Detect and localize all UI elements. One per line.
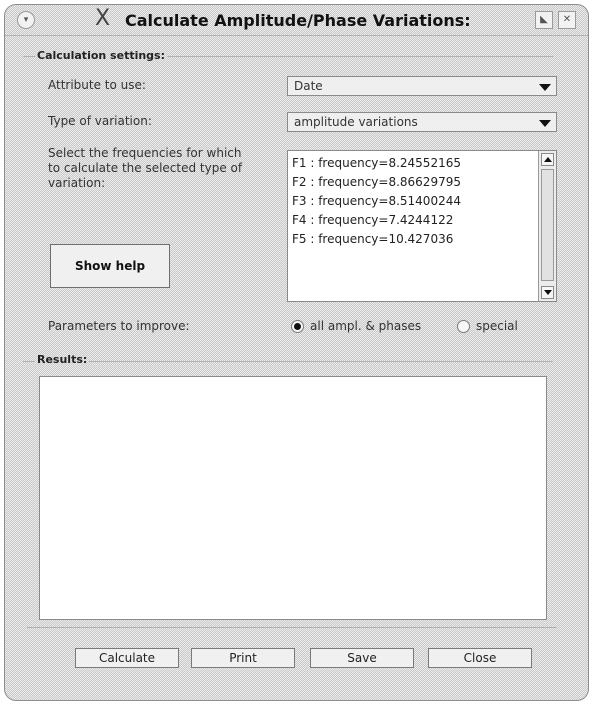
list-item[interactable]: F1 : frequency=8.24552165	[292, 156, 461, 170]
save-button[interactable]: Save	[310, 648, 414, 668]
close-icon[interactable]: ✕	[558, 11, 576, 29]
dialog-window: ▾ X Calculate Amplitude/Phase Variations…	[4, 4, 589, 701]
freq-label-line: to calculate the selected type of	[48, 161, 243, 175]
results-group-border	[23, 361, 553, 362]
list-item[interactable]: F3 : frequency=8.51400244	[292, 194, 461, 208]
params-label: Parameters to improve:	[48, 319, 190, 333]
close-button[interactable]: Close	[428, 648, 532, 668]
minimize-icon[interactable]: ◣	[535, 11, 553, 29]
chevron-down-icon	[539, 84, 551, 91]
settings-group-title: Calculation settings:	[35, 49, 168, 62]
divider	[27, 627, 557, 628]
variation-label: Type of variation:	[48, 114, 152, 128]
calculate-button[interactable]: Calculate	[75, 648, 179, 668]
radio-special[interactable]	[457, 320, 470, 333]
variation-select[interactable]: amplitude variations	[287, 112, 557, 132]
radio-all-ampl-phases-label[interactable]: all ampl. & phases	[310, 319, 421, 333]
freq-label-line: Select the frequencies for which	[48, 146, 242, 160]
radio-special-label[interactable]: special	[476, 319, 518, 333]
chevron-down-icon	[539, 120, 551, 127]
print-button[interactable]: Print	[191, 648, 295, 668]
show-help-button[interactable]: Show help	[50, 244, 170, 288]
chevron-down-icon[interactable]: ▾	[17, 11, 35, 29]
attribute-label: Attribute to use:	[48, 78, 146, 92]
x-logo-icon: X	[95, 6, 111, 31]
attribute-select[interactable]: Date	[287, 76, 557, 96]
window-title: Calculate Amplitude/Phase Variations:	[125, 11, 471, 30]
title-bar[interactable]: ▾ X Calculate Amplitude/Phase Variations…	[5, 5, 588, 36]
variation-select-value: amplitude variations	[294, 115, 418, 129]
results-group-title: Results:	[35, 353, 90, 366]
results-textarea[interactable]	[39, 376, 547, 620]
list-item[interactable]: F4 : frequency=7.4244122	[292, 213, 453, 227]
list-item[interactable]: F5 : frequency=10.427036	[292, 232, 453, 246]
freq-label-line: variation:	[48, 176, 106, 190]
scroll-up-icon[interactable]	[541, 153, 554, 166]
scroll-down-icon[interactable]	[541, 286, 554, 299]
list-scrollbar[interactable]	[538, 151, 556, 301]
attribute-select-value: Date	[294, 79, 323, 93]
list-item[interactable]: F2 : frequency=8.86629795	[292, 175, 461, 189]
frequency-list[interactable]: F1 : frequency=8.24552165 F2 : frequency…	[287, 150, 557, 302]
scroll-thumb[interactable]	[541, 169, 554, 281]
radio-all-ampl-phases[interactable]	[291, 320, 304, 333]
